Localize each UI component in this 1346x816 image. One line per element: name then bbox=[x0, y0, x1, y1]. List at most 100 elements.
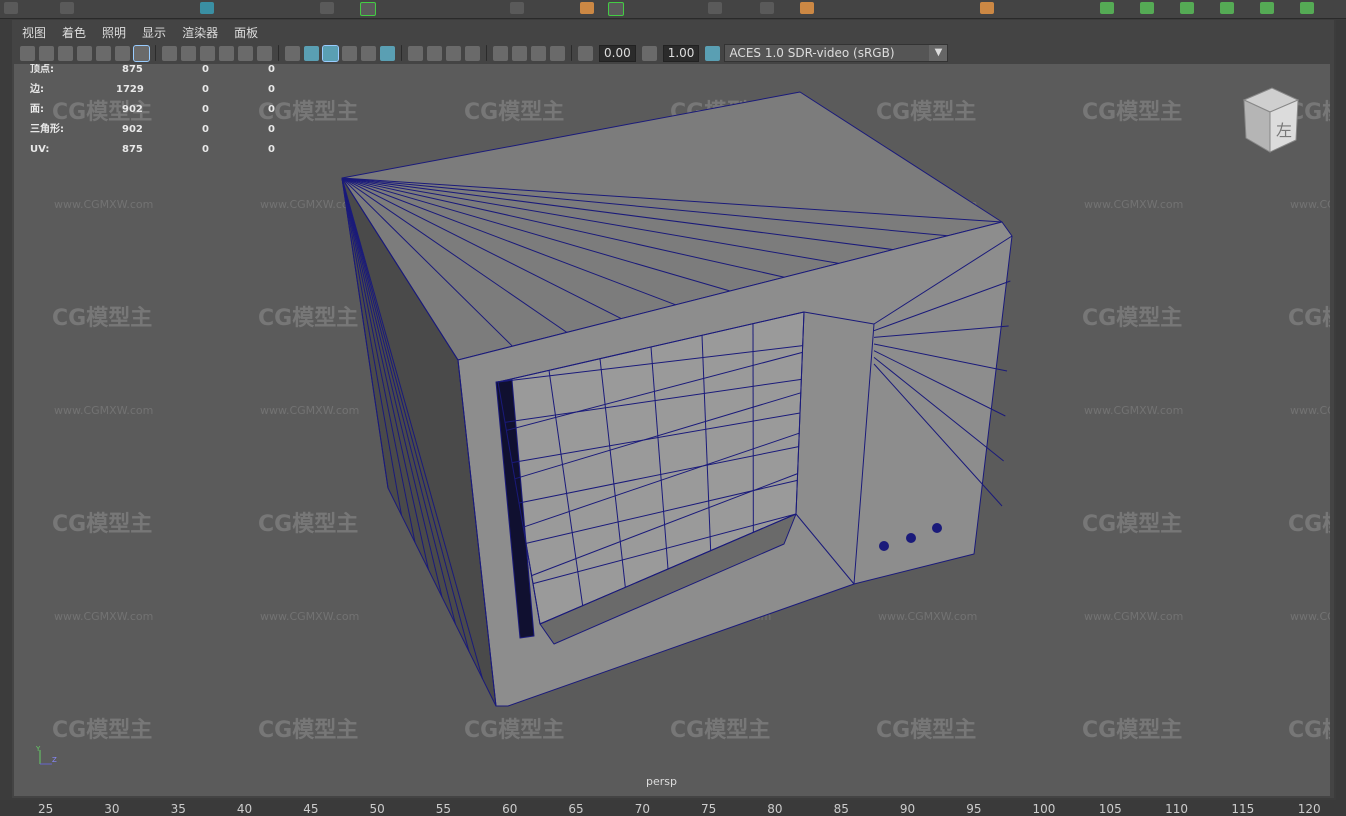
3d-viewport[interactable]: CG模型主 www.CGMXW.com CG模型主 www.CGMXW.com CG模型… bbox=[14, 64, 1330, 796]
shelf-icon[interactable] bbox=[980, 2, 994, 14]
right-scroll-strip[interactable] bbox=[1336, 20, 1346, 800]
ruler-tick-label: 70 bbox=[634, 802, 650, 816]
shelf-icon[interactable] bbox=[510, 2, 524, 14]
ruler-tick-label: 40 bbox=[236, 802, 253, 816]
shelf-icon[interactable] bbox=[200, 2, 214, 14]
pan-icon[interactable] bbox=[115, 45, 130, 61]
lock-camera-icon[interactable] bbox=[58, 45, 73, 61]
wireframe-icon[interactable] bbox=[285, 45, 300, 61]
bookmark-icon[interactable] bbox=[77, 45, 92, 61]
colorspace-dropdown[interactable]: ACES 1.0 SDR-video (sRGB) ▼ bbox=[724, 44, 949, 62]
color-management-icon[interactable] bbox=[705, 45, 721, 61]
ruler-tick-label: 55 bbox=[435, 802, 452, 816]
toolbar-divider bbox=[571, 45, 572, 61]
backface-icon[interactable] bbox=[550, 45, 565, 61]
gamma-icon[interactable] bbox=[641, 45, 657, 61]
shelf-icon[interactable] bbox=[4, 2, 18, 14]
gate-mask-icon[interactable] bbox=[257, 45, 272, 61]
menu-lighting[interactable]: 照明 bbox=[102, 24, 126, 41]
use-lights-icon[interactable] bbox=[361, 45, 376, 61]
shelf-icon[interactable] bbox=[800, 2, 814, 14]
view-cube[interactable]: 左 bbox=[1238, 86, 1302, 156]
gamma-field[interactable]: 1.00 bbox=[662, 44, 700, 62]
resolution-gate-icon[interactable] bbox=[181, 45, 196, 61]
ruler-tick-label: 115 bbox=[1231, 802, 1255, 816]
shelf-icon[interactable] bbox=[1260, 2, 1274, 14]
ruler-tick-label: 65 bbox=[568, 802, 584, 816]
exposure-icon[interactable] bbox=[578, 45, 593, 61]
chevron-down-icon: ▼ bbox=[929, 45, 948, 61]
mesh-button bbox=[879, 541, 889, 551]
shelf-icon[interactable] bbox=[1300, 2, 1314, 14]
anti-alias-icon[interactable] bbox=[446, 45, 461, 61]
tumble-icon[interactable] bbox=[96, 45, 111, 61]
ruler-tick-label: 35 bbox=[170, 802, 186, 816]
field-chart-icon[interactable] bbox=[200, 45, 215, 61]
top-shelf-bar bbox=[0, 0, 1346, 19]
view-cube-label: 左 bbox=[1276, 121, 1292, 140]
camera-icon[interactable] bbox=[20, 45, 35, 61]
ruler-tick-label: 120 bbox=[1297, 802, 1321, 816]
pencil-icon[interactable] bbox=[133, 44, 150, 62]
xray-icon[interactable] bbox=[512, 45, 527, 61]
ruler-tick-label: 105 bbox=[1098, 802, 1122, 816]
axis-z-label: Z bbox=[52, 756, 57, 764]
panel-toolbar: 0.00 1.00 ACES 1.0 SDR-video (sRGB) ▼ bbox=[12, 42, 1334, 64]
colorspace-label: ACES 1.0 SDR-video (sRGB) bbox=[729, 46, 895, 60]
toolbar-divider bbox=[155, 45, 156, 61]
shelf-icon[interactable] bbox=[1100, 2, 1114, 14]
ruler-tick-label: 95 bbox=[966, 802, 982, 816]
film-gate-icon[interactable] bbox=[39, 45, 54, 61]
ruler-tick-label: 110 bbox=[1165, 802, 1188, 816]
shelf-icon[interactable] bbox=[708, 2, 722, 14]
mesh-button bbox=[932, 523, 942, 533]
textured-icon[interactable] bbox=[342, 45, 357, 61]
shelf-icon[interactable] bbox=[1140, 2, 1154, 14]
ruler-tick-label: 45 bbox=[303, 802, 319, 816]
ruler-tick-label: 50 bbox=[369, 802, 385, 816]
camera-name-label: persp bbox=[646, 775, 677, 788]
shelf-icon[interactable] bbox=[760, 2, 774, 14]
shelf-icon[interactable] bbox=[608, 2, 624, 16]
ruler-tick-label: 80 bbox=[767, 802, 783, 816]
toolbar-divider bbox=[401, 45, 402, 61]
menu-renderer[interactable]: 渲染器 bbox=[182, 24, 218, 41]
ruler-tick-label: 100 bbox=[1032, 802, 1056, 816]
shelf-icon[interactable] bbox=[60, 2, 74, 14]
ruler-tick-label: 85 bbox=[833, 802, 849, 816]
ruler-tick-label: 30 bbox=[104, 802, 120, 816]
grid-icon[interactable] bbox=[162, 45, 177, 61]
isolate-select-icon[interactable] bbox=[493, 45, 508, 61]
ambient-occlusion-icon[interactable] bbox=[408, 45, 423, 61]
shelf-icon[interactable] bbox=[320, 2, 334, 14]
shelf-icon[interactable] bbox=[1220, 2, 1234, 14]
mesh-button bbox=[906, 533, 916, 543]
motion-blur-icon[interactable] bbox=[427, 45, 442, 61]
xray-joints-icon[interactable] bbox=[531, 45, 546, 61]
ruler-tick-label: 75 bbox=[701, 802, 717, 816]
wire-on-shaded-icon[interactable] bbox=[322, 44, 339, 62]
shelf-icon[interactable] bbox=[1180, 2, 1194, 14]
shelf-icon[interactable] bbox=[580, 2, 594, 14]
menu-view[interactable]: 视图 bbox=[22, 24, 46, 41]
menu-show[interactable]: 显示 bbox=[142, 24, 166, 41]
toolbar-divider bbox=[278, 45, 279, 61]
safe-title-icon[interactable] bbox=[238, 45, 253, 61]
safe-action-icon[interactable] bbox=[219, 45, 234, 61]
shadows-icon[interactable] bbox=[380, 45, 395, 61]
menu-panels[interactable]: 面板 bbox=[234, 24, 258, 41]
microwave-mesh[interactable] bbox=[14, 64, 1330, 796]
exposure-field[interactable]: 0.00 bbox=[599, 44, 636, 62]
toolbar-divider bbox=[486, 45, 487, 61]
menu-shading[interactable]: 着色 bbox=[62, 24, 86, 41]
depth-of-field-icon[interactable] bbox=[465, 45, 480, 61]
ruler-tick-label: 60 bbox=[502, 802, 518, 816]
axis-indicator: Y Z bbox=[36, 746, 57, 765]
smooth-shade-icon[interactable] bbox=[304, 45, 319, 61]
time-slider-ruler[interactable]: 25 30 35 40 45 50 55 60 65 70 75 80 85 90 95 100 105 110 1… bbox=[0, 800, 1346, 816]
ruler-tick-label: 90 bbox=[899, 802, 916, 816]
panel-menubar: 视图 着色 照明 显示 渲染器 面板 bbox=[12, 22, 1334, 42]
axis-y-label: Y bbox=[36, 746, 41, 753]
ruler-tick-label: 25 bbox=[38, 802, 54, 816]
shelf-icon[interactable] bbox=[360, 2, 376, 16]
